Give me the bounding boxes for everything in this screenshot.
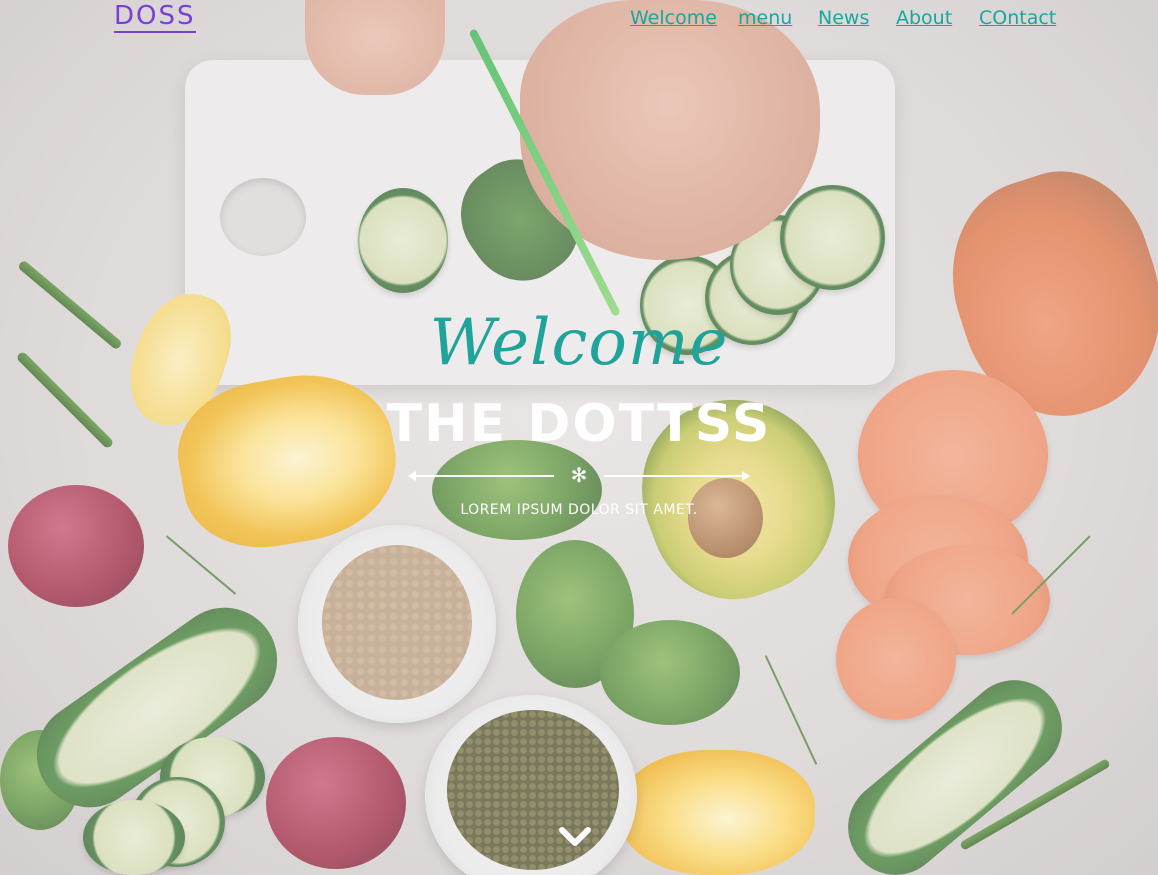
hero-subtitle: LOREM IPSUM DOLOR SIT AMET.: [460, 502, 698, 518]
hero-script-title: Welcome: [429, 306, 729, 380]
chevron-down-icon: [559, 827, 591, 846]
scroll-down-button[interactable]: [557, 822, 593, 852]
nav-link-menu[interactable]: menu: [738, 6, 792, 30]
nav-link-news[interactable]: News: [818, 6, 869, 30]
nav-link-contact[interactable]: COntact: [979, 6, 1056, 30]
divider-line-right: [604, 475, 744, 477]
nav-link-welcome[interactable]: Welcome: [630, 6, 717, 30]
snowflake-icon: ✻: [570, 465, 588, 487]
divider-arrow-right: [742, 471, 750, 481]
divider-line-left: [414, 475, 554, 477]
nav-link-about[interactable]: About: [896, 6, 952, 30]
hero-divider: ✻: [408, 465, 750, 487]
main-navigation: Welcome menu News About COntact: [0, 6, 1158, 34]
hero-title: THE DOTTSS: [386, 394, 772, 454]
